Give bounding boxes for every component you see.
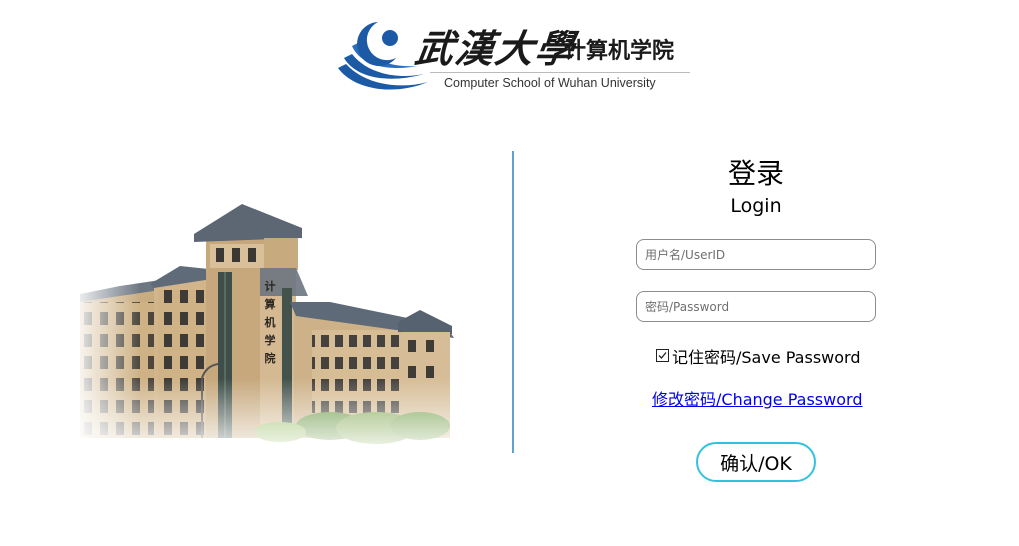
checkbox-icon[interactable] [656, 348, 669, 362]
ok-button[interactable]: 确认/OK [696, 442, 816, 482]
school-name-english: Computer School of Wuhan University [444, 76, 656, 90]
building-sign-char: 计 [265, 279, 276, 293]
logo-divider [430, 72, 690, 73]
userid-input[interactable] [636, 239, 876, 270]
vertical-divider [512, 151, 514, 453]
university-name: 武漢大學 [412, 26, 579, 71]
building-sign-char: 算 [264, 297, 276, 311]
school-logo: 武漢大學 计算机学院 Computer School of Wuhan Univ… [334, 14, 690, 98]
building-sign-char: 学 [265, 333, 276, 347]
login-title: 登录 [727, 157, 784, 190]
building-sign-char: 机 [265, 315, 276, 329]
change-password-link[interactable]: 修改密码/Change Password [652, 386, 862, 410]
save-password-label: 记住密码/Save Password [672, 348, 861, 367]
school-building-image: 计 算 机 学 院 [80, 198, 455, 460]
save-password-checkbox[interactable]: 记住密码/Save Password [656, 344, 861, 368]
login-subtitle: Login [730, 195, 782, 217]
building-sign-char: 院 [265, 351, 276, 365]
password-input[interactable] [636, 291, 876, 322]
school-name: 计算机学院 [564, 39, 675, 64]
